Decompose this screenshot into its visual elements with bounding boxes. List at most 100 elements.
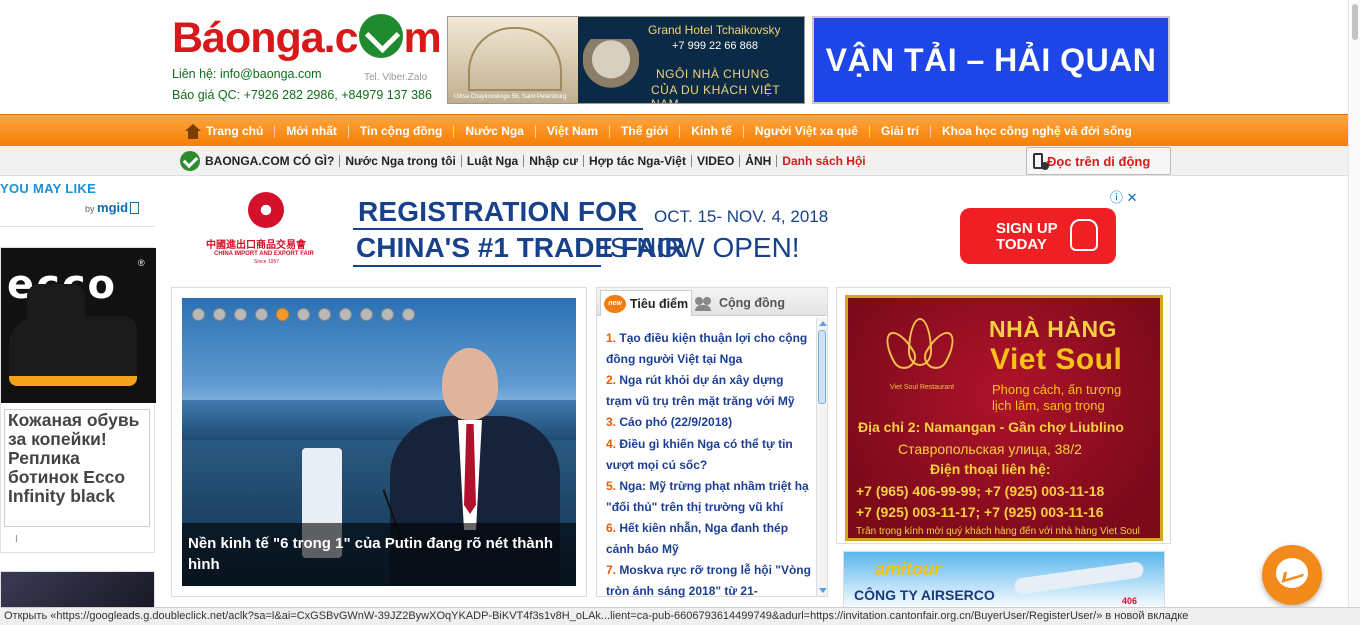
adchoices-close-icon[interactable]: ⓘ ✕: [1110, 187, 1138, 206]
hotel-chair-image: [583, 39, 639, 97]
ecco-ad-marker: I: [15, 534, 18, 545]
tab-bar: new Tiêu điểm Cộng đồng: [597, 288, 827, 316]
slide-dot[interactable]: [192, 308, 205, 321]
canton-fair-ad[interactable]: 中國進出口商品交易會 CHINA IMPORT AND EXPORT FAIR …: [196, 186, 1141, 272]
news-item[interactable]: 7. Moskva rực rỡ trong lễ hội "Vòng tròn…: [606, 560, 811, 602]
sub-item-russia-in-me[interactable]: Nước Nga trong tôi: [339, 155, 461, 167]
news-item-title: Cáo phó (22/9/2018): [619, 415, 733, 429]
restaurant-tagline2: lịch lãm, sang trọng: [992, 398, 1105, 413]
cf-underline: [353, 228, 643, 230]
sub-item-russian-law[interactable]: Luật Nga: [460, 155, 523, 167]
sign-up-line2: TODAY: [996, 236, 1047, 253]
sub-item-about[interactable]: BAONGA.COM CÓ GÌ?: [180, 151, 339, 171]
nav-item-economy[interactable]: Kinh tế: [679, 124, 743, 138]
cf-since: Since 1957: [254, 259, 280, 265]
cf-chinese-name: 中國進出口商品交易會: [206, 240, 306, 251]
nav-item-community[interactable]: Tin cộng đồng: [347, 124, 453, 138]
people-icon: [695, 295, 715, 311]
news-item[interactable]: 6. Hết kiên nhẫn, Nga đanh thép cảnh báo…: [606, 518, 811, 560]
airserco-ad[interactable]: amitour CÔNG TY AIRSERCO 406 EURO: [843, 551, 1165, 611]
scroll-down-icon[interactable]: [819, 588, 827, 593]
nav-item-science[interactable]: Khoa học công nghệ và đời sống: [929, 124, 1143, 138]
scroll-up-icon[interactable]: [819, 321, 827, 326]
sign-up-button[interactable]: SIGN UP TODAY: [960, 208, 1116, 264]
restaurant-phones-2: +7 (925) 003-11-17; +7 (925) 003-11-16: [856, 504, 1104, 520]
adinfo-icon: [130, 202, 140, 214]
nav-item-russia[interactable]: Nước Nga: [453, 124, 535, 138]
slide-caption[interactable]: Nền kinh tế "6 trong 1" của Putin đang r…: [182, 523, 576, 586]
news-item-title: Hết kiên nhẫn, Nga đanh thép cảnh báo Mỹ: [606, 521, 789, 556]
ecco-ad-text[interactable]: Кожаная обувь за копейки! Реплика ботино…: [4, 409, 150, 527]
news-item-number: 3.: [606, 415, 617, 429]
page-scroll-thumb[interactable]: [1352, 4, 1358, 40]
page-scrollbar[interactable]: [1348, 0, 1360, 607]
nav-item-home[interactable]: Trang chủ: [180, 123, 274, 139]
news-item-title: Điều gì khiến Nga có thể tự tin vượt mọi…: [606, 437, 793, 472]
restaurant-ad-box: Viet Soul Restaurant NHÀ HÀNG Viet Soul …: [836, 287, 1171, 544]
news-item[interactable]: 1. Tạo điều kiện thuận lợi cho cộng đồng…: [606, 328, 811, 370]
scroll-thumb[interactable]: [818, 330, 826, 404]
hotel-name: Grand Hotel Tchaikovsky: [648, 23, 781, 37]
sub-item-cooperation[interactable]: Hợp tác Nga-Việt: [582, 155, 691, 167]
news-item[interactable]: 4. Điều gì khiến Nga có thể tự tin vượt …: [606, 434, 811, 476]
tab-community[interactable]: Cộng đồng: [695, 290, 785, 316]
sub-item-immigration[interactable]: Nhập cư: [523, 155, 583, 167]
slide-dot[interactable]: [381, 308, 394, 321]
news-item-number: 6.: [606, 521, 617, 535]
contact-email[interactable]: Liên hệ: info@baonga.com: [172, 67, 322, 81]
messenger-chat-icon[interactable]: [1262, 545, 1322, 605]
news-item-number: 5.: [606, 479, 617, 493]
slide-dot[interactable]: [402, 308, 415, 321]
slide-dot[interactable]: [276, 308, 289, 321]
cf-underline-2: [353, 265, 601, 267]
nav-item-world[interactable]: Thế giới: [609, 124, 679, 138]
cf-registration: REGISTRATION FOR: [358, 196, 638, 227]
cf-dates: OCT. 15- NOV. 4, 2018: [654, 207, 829, 226]
slide-dot[interactable]: [360, 308, 373, 321]
nav-item-overseas[interactable]: Người Việt xa quê: [742, 124, 869, 138]
mobile-phone-icon: [1033, 153, 1049, 170]
tab-highlights[interactable]: new Tiêu điểm: [600, 290, 692, 316]
sub-item-photo[interactable]: ẢNH: [739, 155, 776, 167]
slide-dot[interactable]: [318, 308, 331, 321]
news-item[interactable]: 5. Nga: Mỹ trừng phạt nhầm triệt hạ "đối…: [606, 476, 811, 518]
restaurant-brand-small: Viet Soul Restaurant: [890, 384, 955, 391]
nav-item-entertainment[interactable]: Giải trí: [868, 124, 930, 138]
mgid-attribution[interactable]: by mgid: [85, 200, 140, 215]
news-item[interactable]: 2. Nga rút khỏi dự án xây dựng trạm vũ t…: [606, 370, 811, 412]
site-logo[interactable]: Báonga.c m: [172, 14, 442, 63]
airplane-image: [1013, 561, 1145, 595]
slide-dot[interactable]: [234, 308, 247, 321]
nav-label: Trang chủ: [206, 123, 264, 138]
news-item-title: Moskva rực rỡ trong lễ hội "Vòng tròn án…: [606, 563, 811, 598]
page: Báonga.c m Liên hệ: info@baonga.com Tel. …: [0, 0, 1360, 625]
mgid-logo: mgid: [97, 200, 129, 215]
pointer-hand-icon: [1070, 219, 1098, 251]
viet-soul-ad[interactable]: Viet Soul Restaurant NHÀ HÀNG Viet Soul …: [845, 295, 1163, 541]
new-badge-icon: new: [604, 294, 626, 313]
restaurant-phones-1: +7 (965) 406-99-99; +7 (925) 003-11-18: [856, 483, 1105, 499]
sidebar-divider: [0, 226, 155, 227]
slide-dot[interactable]: [213, 308, 226, 321]
airserco-name: CÔNG TY AIRSERCO: [854, 587, 995, 603]
slide-dot[interactable]: [255, 308, 268, 321]
read-on-mobile-button[interactable]: Đọc trên di động: [1026, 147, 1171, 175]
nav-item-latest[interactable]: Mới nhất: [274, 124, 348, 138]
slide-dot[interactable]: [339, 308, 352, 321]
restaurant-address-ru: Ставропольская улица, 38/2: [898, 441, 1082, 457]
hotel-ad-banner[interactable]: Grand Hotel Tchaikovsky +7 999 22 66 868…: [447, 16, 805, 104]
sub-item-associations[interactable]: Danh sách Hội: [776, 155, 870, 167]
transport-customs-ad[interactable]: VẬN TẢI – HẢI QUAN: [812, 16, 1170, 104]
main-nav: Trang chủ Mới nhất Tin cộng đồng Nước Ng…: [0, 114, 1360, 146]
ecco-ad-card[interactable]: ecco ® Кожаная обувь за копейки! Реплика…: [0, 247, 156, 553]
slide-dot[interactable]: [297, 308, 310, 321]
nav-item-vietnam[interactable]: Việt Nam: [534, 124, 609, 138]
news-item-title: Tạo điều kiện thuận lợi cho cộng đồng ng…: [606, 331, 808, 366]
home-icon: [184, 123, 202, 139]
news-scrollbar[interactable]: [816, 318, 827, 596]
sub-item-video[interactable]: VIDEO: [690, 155, 739, 167]
globe-check-icon: [358, 14, 403, 58]
mobile-label: Đọc trên di động: [1047, 153, 1151, 169]
news-item-number: 2.: [606, 373, 617, 387]
news-item[interactable]: 3. Cáo phó (22/9/2018): [606, 412, 811, 434]
